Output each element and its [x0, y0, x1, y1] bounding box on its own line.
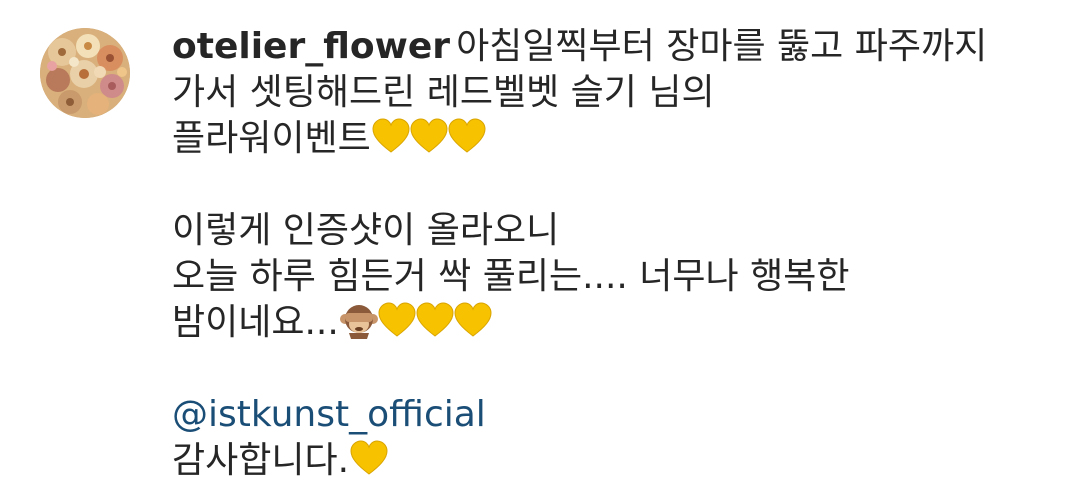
yellow-heart-icon [377, 301, 417, 341]
caption-line-3: 플라워이벤트 [172, 116, 1052, 162]
mention-link[interactable]: @istkunst_official [172, 394, 486, 435]
caption-line-5: 오늘 하루 힘든거 싹 풀리는.... 너무나 행복한 [172, 254, 1052, 300]
caption-text-3: 플라워이벤트 [172, 118, 371, 159]
caption-text-1: 아침일찍부터 장마를 뚫고 파주까지 [456, 26, 988, 67]
yellow-heart-icon [349, 439, 389, 479]
username-link[interactable]: otelier_flower [172, 26, 450, 67]
caption-line-4: 이렇게 인증샷이 올라오니 [172, 208, 1052, 254]
caption-line-6: 밤이네요... [172, 300, 1052, 346]
yellow-heart-icon [447, 117, 487, 157]
comment-post: otelier_flower 아침일찍부터 장마를 뚫고 파주까지 가서 셋팅해드… [0, 0, 1080, 499]
caption-text-2: 가서 셋팅해드린 레드벨벳 슬기 님의 [172, 72, 715, 113]
yellow-heart-icon [409, 117, 449, 157]
caption-text-8: 감사합니다. [172, 440, 350, 481]
see-no-evil-monkey-icon [339, 301, 379, 341]
caption-line-7: @istkunst_official [172, 392, 1052, 438]
yellow-heart-icon [371, 117, 411, 157]
caption-line-2: 가서 셋팅해드린 레드벨벳 슬기 님의 [172, 70, 1052, 116]
comment-caption: otelier_flower 아침일찍부터 장마를 뚫고 파주까지 가서 셋팅해드… [172, 24, 1052, 484]
caption-line-1: otelier_flower 아침일찍부터 장마를 뚫고 파주까지 [172, 24, 1052, 70]
caption-text-6: 밤이네요... [172, 302, 339, 343]
yellow-heart-icon [453, 301, 493, 341]
caption-text-5: 오늘 하루 힘든거 싹 풀리는.... 너무나 행복한 [172, 256, 850, 297]
yellow-heart-icon [415, 301, 455, 341]
flower-avatar-icon [40, 28, 130, 118]
avatar[interactable] [40, 28, 130, 118]
caption-text-4: 이렇게 인증샷이 올라오니 [172, 210, 560, 251]
caption-line-8: 감사합니다. [172, 438, 1052, 484]
